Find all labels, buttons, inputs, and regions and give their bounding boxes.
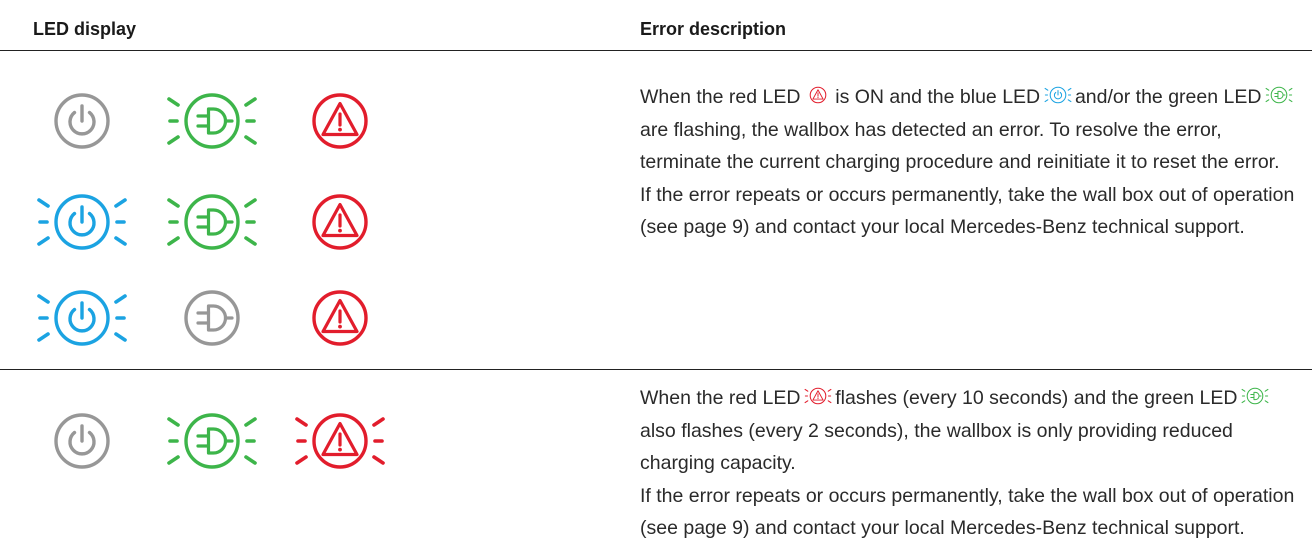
red-warning-led-icon [300,278,380,358]
green-plug-led-flashing-icon [167,81,257,161]
red-warning-led-icon [300,81,380,161]
blue-power-led-flashing-icon [37,278,127,358]
column-header-error-description: Error description [640,19,787,39]
gray-power-led-icon [42,401,122,481]
section-divider [0,369,1312,370]
green-plug-led-flashing-inline-icon [1265,83,1293,107]
red-warning-led-icon [300,182,380,262]
column-header-led-display: LED display [33,19,137,39]
blue-power-led-flashing-inline-icon [1044,83,1071,107]
green-plug-led-flashing-inline-icon [1241,384,1269,408]
gray-power-led-icon [42,81,122,161]
gray-plug-led-icon [172,278,252,358]
red-warning-led-inline-icon [806,83,830,107]
section-1-error-description: When the red LED is ON and the blue LED … [640,81,1304,244]
green-plug-led-flashing-icon [167,182,257,262]
section-1-paragraph-2: If the error repeats or occurs permanent… [640,183,1295,239]
header-divider [0,50,1312,51]
blue-power-led-flashing-icon [37,182,127,262]
green-plug-led-flashing-icon [167,401,257,481]
red-warning-led-flashing-inline-icon [804,384,832,408]
section-1-paragraph-1: When the red LED is ON and the blue LED … [640,81,1304,179]
section-2-paragraph-1: When the red LED flashes (every 10 secon… [640,382,1304,480]
section-2-error-description: When the red LED flashes (every 10 secon… [640,382,1304,545]
section-2-paragraph-2: If the error repeats or occurs permanent… [640,484,1295,540]
red-warning-led-flashing-icon [295,401,385,481]
